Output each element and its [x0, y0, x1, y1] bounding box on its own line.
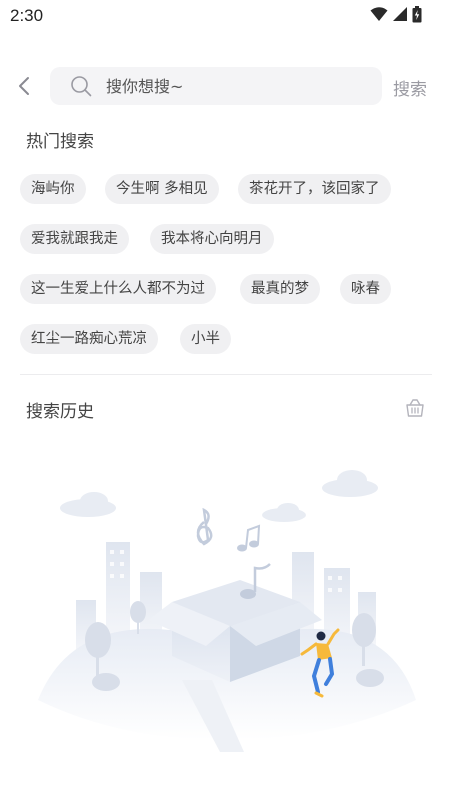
hot-tag[interactable]: 红尘一路痴心荒凉 [20, 324, 158, 354]
search-bar: 搜索 [0, 66, 450, 106]
status-bar: 2:30 [0, 0, 450, 32]
search-history-title: 搜索历史 [26, 402, 94, 422]
hot-tag[interactable]: 今生啊 多相见 [105, 174, 219, 204]
hot-tag[interactable]: 海屿你 [20, 174, 86, 204]
status-time: 2:30 [10, 6, 44, 25]
empty-history-illustration [38, 470, 416, 752]
hot-tag[interactable]: 小半 [180, 324, 231, 354]
status-icons [370, 6, 422, 23]
search-icon [71, 76, 92, 97]
cellular-signal-icon [393, 7, 407, 21]
battery-charging-icon [412, 6, 422, 23]
search-input[interactable] [106, 67, 366, 105]
search-button[interactable]: 搜索 [393, 75, 427, 100]
wifi-icon [370, 7, 388, 21]
cloud-icon [60, 470, 378, 522]
section-divider [20, 374, 432, 375]
search-box[interactable] [50, 67, 382, 105]
back-arrow-icon[interactable] [14, 74, 36, 98]
hot-tag[interactable]: 咏春 [340, 274, 391, 304]
hot-tag[interactable]: 爱我就跟我走 [20, 224, 129, 254]
hot-tag[interactable]: 这一生爱上什么人都不为过 [20, 274, 216, 304]
hot-search-title: 热门搜索 [26, 132, 94, 152]
hot-tag[interactable]: 我本将心向明月 [150, 224, 274, 254]
hot-tag[interactable]: 最真的梦 [240, 274, 320, 304]
trash-basket-icon[interactable] [404, 397, 426, 419]
hot-tag[interactable]: 茶花开了，该回家了 [238, 174, 391, 204]
